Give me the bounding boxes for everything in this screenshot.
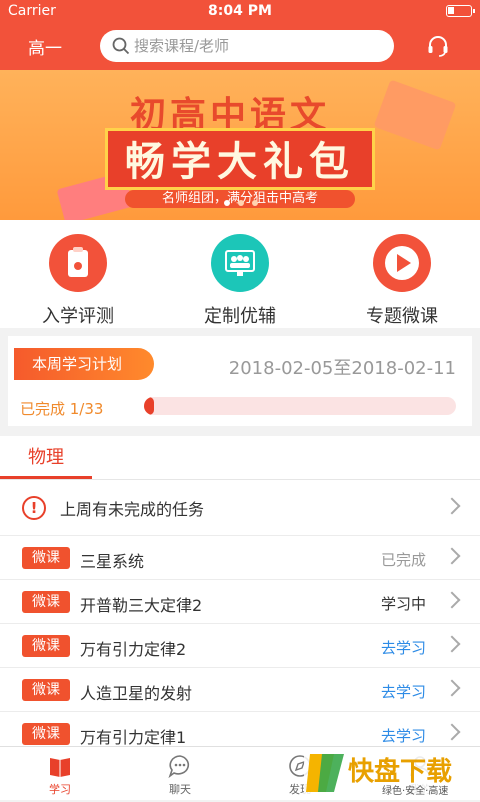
plan-completed-count: 已完成 1/33: [20, 400, 104, 418]
plan-progress-bar: [144, 397, 456, 415]
item-title: 万有引力定律1: [80, 728, 187, 746]
grade-selector[interactable]: 高一: [28, 34, 62, 59]
chevron-right-icon: [443, 497, 461, 515]
item-title: 万有引力定律2: [80, 640, 187, 659]
headset-icon[interactable]: [426, 34, 450, 58]
item-title: 三星系统: [80, 552, 145, 571]
clock: 8:04 PM: [208, 3, 272, 19]
play-icon: [373, 234, 431, 292]
feature-label: 入学评测: [42, 306, 114, 327]
feature-row: 入学评测 定制优辅 专题微课: [0, 220, 480, 328]
feature-micro-course[interactable]: 专题微课: [342, 234, 462, 328]
feature-custom-tutoring[interactable]: 定制优辅: [180, 234, 300, 328]
promo-banner[interactable]: 初高中语文 畅学大礼包 名师组团，满分狙击中高考: [0, 70, 480, 220]
status-bar: Carrier 8:04 PM: [0, 0, 480, 22]
book-decoration: [373, 79, 457, 151]
unfinished-tasks-row[interactable]: ! 上周有未完成的任务: [0, 480, 480, 536]
item-tag: 微课: [22, 547, 70, 569]
subject-tabs: 物理: [0, 436, 480, 480]
item-state[interactable]: 去学习: [381, 725, 426, 746]
tab-label: 学习: [49, 783, 71, 796]
group-icon: [211, 234, 269, 292]
item-state: 已完成: [380, 551, 426, 569]
tab-physics[interactable]: 物理: [0, 436, 92, 480]
alert-icon: !: [22, 496, 46, 520]
top-header: 高一: [0, 22, 480, 70]
plan-progress-fill: [144, 397, 154, 415]
search-bar[interactable]: [100, 30, 394, 62]
search-icon: [112, 37, 130, 55]
chevron-right-icon: [443, 591, 461, 609]
chevron-right-icon: [443, 547, 461, 565]
item-tag: 微课: [22, 635, 70, 657]
search-input[interactable]: [134, 34, 384, 58]
list-item[interactable]: 微课 三星系统 已完成: [0, 536, 480, 580]
tab-underline: [0, 476, 92, 479]
battery-icon: [446, 5, 475, 17]
tab-chat[interactable]: 聊天: [120, 751, 240, 797]
plan-tag: 本周学习计划: [14, 348, 154, 380]
item-state: 学习中: [380, 595, 426, 613]
list-item[interactable]: 微课 人造卫星的发射 去学习: [0, 668, 480, 712]
item-state[interactable]: 去学习: [381, 637, 426, 658]
tab-study[interactable]: 学习: [0, 751, 120, 797]
feature-label: 定制优辅: [204, 306, 276, 327]
item-title: 开普勒三大定律2: [80, 596, 203, 615]
item-state[interactable]: 去学习: [381, 681, 426, 702]
list-item[interactable]: 微课 万有引力定律2 去学习: [0, 624, 480, 668]
watermark-subtext: 绿色·安全·高速: [382, 784, 448, 797]
chevron-right-icon: [443, 635, 461, 653]
item-title: 人造卫星的发射: [80, 684, 193, 703]
tab-label: 聊天: [169, 783, 191, 796]
book-icon: [50, 758, 70, 777]
item-tag: 微课: [22, 679, 70, 701]
feature-entrance-test[interactable]: 入学评测: [18, 234, 138, 328]
plan-date-range: 2018-02-05至2018-02-11: [228, 358, 456, 379]
item-tag: 微课: [22, 591, 70, 613]
list-item[interactable]: 微课 万有引力定律1 去学习: [0, 712, 480, 746]
carousel-dot[interactable]: [238, 200, 244, 206]
banner-headline: 畅学大礼包: [105, 128, 375, 190]
item-tag: 微课: [22, 723, 70, 745]
carousel-dot[interactable]: [252, 200, 258, 206]
chevron-right-icon: [443, 679, 461, 697]
carousel-dot[interactable]: [224, 200, 230, 206]
unfinished-label: 上周有未完成的任务: [60, 500, 205, 519]
list-item[interactable]: 微课 开普勒三大定律2 学习中: [0, 580, 480, 624]
weekly-plan-card[interactable]: 本周学习计划 2018-02-05至2018-02-11 已完成 1/33: [8, 336, 472, 426]
task-list: ! 上周有未完成的任务 微课 三星系统 已完成 微课 开普勒三大定律2 学习中 …: [0, 480, 480, 746]
feature-label: 专题微课: [366, 306, 438, 327]
watermark-logo: 快盘下载 绿色·安全·高速: [304, 748, 474, 798]
watermark-text: 快盘下载: [348, 756, 452, 787]
clipboard-icon: [49, 234, 107, 292]
chat-bubble-icon: [168, 755, 190, 779]
chevron-right-icon: [443, 723, 461, 741]
